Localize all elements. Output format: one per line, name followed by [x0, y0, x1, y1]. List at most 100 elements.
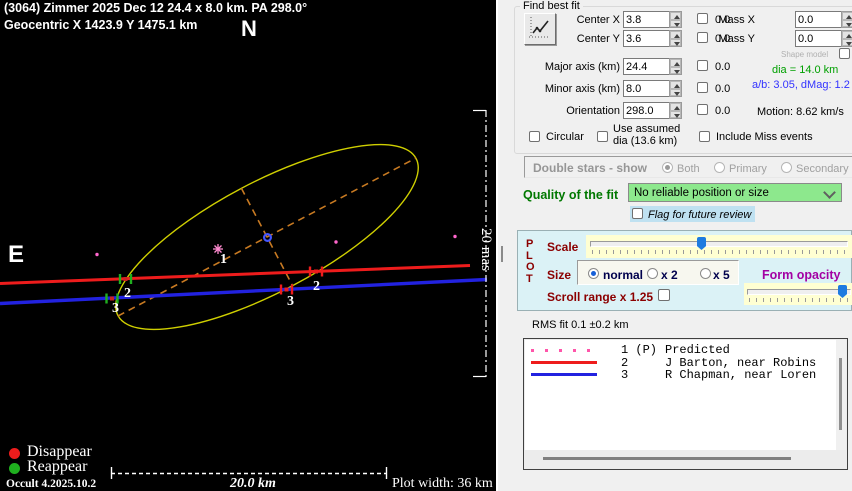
chord3-left-label: 3 — [112, 301, 119, 316]
size-x5-label: x 5 — [713, 268, 730, 282]
use-assumed-checkbox[interactable] — [597, 131, 608, 142]
form-opacity-label: Form opacity — [762, 268, 841, 282]
plot-title-line2: Geocentric X 1423.9 Y 1475.1 km — [4, 18, 197, 32]
form-opacity-slider-track[interactable] — [744, 283, 852, 305]
center-y-sigma-checkbox[interactable] — [697, 32, 708, 43]
double-stars-primary-radio[interactable] — [714, 162, 725, 173]
double-stars-label: Double stars - show — [533, 161, 647, 175]
chevron-down-icon — [823, 186, 836, 199]
mass-y-input[interactable] — [795, 30, 842, 47]
chord2-right-label: 2 — [313, 279, 320, 294]
center-y-input[interactable] — [623, 30, 670, 47]
minor-axis-label: Minor axis (km) — [540, 83, 620, 95]
orientation-sigma-value: 0.0 — [715, 105, 730, 117]
chord2-swatch — [531, 361, 597, 364]
mass-y-label: Mass Y — [717, 33, 755, 45]
major-axis-spinner[interactable] — [669, 58, 682, 75]
orientation-input[interactable] — [623, 102, 670, 119]
mass-x-label: Mass X — [717, 14, 755, 26]
chord3-right-label: 3 — [287, 294, 294, 309]
major-axis-sigma-checkbox[interactable] — [697, 60, 708, 71]
field-star-dot — [95, 253, 98, 256]
major-axis-label: Major axis (km) — [540, 61, 620, 73]
circular-checkbox[interactable] — [529, 131, 540, 142]
center-x-spinner[interactable] — [669, 11, 682, 28]
chord-list-vscrollbar[interactable] — [836, 340, 846, 450]
scroll-range-label: Scroll range x 1.25 — [547, 290, 653, 304]
quality-dropdown[interactable]: No reliable position or size — [628, 183, 842, 202]
mass-y-spinner[interactable] — [841, 30, 852, 47]
form-opacity-slider-thumb[interactable] — [838, 285, 847, 298]
include-miss-checkbox[interactable] — [699, 131, 710, 142]
use-assumed-label: Use assumed dia (13.6 km) — [613, 124, 680, 147]
mass-x-input[interactable] — [795, 11, 842, 28]
double-stars-both-label: Both — [677, 163, 700, 175]
mass-x-spinner[interactable] — [841, 11, 852, 28]
rms-fit-text: RMS fit 0.1 ±0.2 km — [532, 319, 629, 331]
vscrollbar-thumb[interactable] — [839, 358, 842, 430]
ab-dmag-text: a/b: 3.05, dMag: 1.2 — [752, 79, 850, 91]
orientation-label: Orientation — [540, 105, 620, 117]
chord-listbox[interactable]: 1 (P) Predicted 2 J Barton, near Robins … — [523, 338, 848, 470]
scale-bar-label: 20.0 km — [230, 476, 276, 491]
major-axis-line — [118, 158, 416, 316]
quality-label: Quality of the fit — [523, 188, 618, 202]
chord1-name: Predicted — [665, 343, 730, 357]
scroll-range-checkbox[interactable] — [658, 289, 670, 301]
orientation-spinner[interactable] — [669, 102, 682, 119]
flag-review-checkbox[interactable] — [632, 208, 643, 219]
disappear-legend-dot — [9, 448, 20, 459]
chord-3-line — [0, 280, 487, 304]
hscrollbar-thumb[interactable] — [543, 457, 791, 460]
chord-list-area: 1 (P) Predicted 2 J Barton, near Robins … — [525, 340, 837, 450]
occult-fit-window: 1 2 2 3 3 20 mas N E (3064) Zimmer 2025 … — [0, 0, 852, 491]
chord-list-hscrollbar[interactable] — [525, 450, 847, 468]
center-x-label: Center X — [560, 14, 620, 26]
fit-plot-button[interactable] — [524, 13, 556, 45]
field-star-dot — [453, 235, 456, 238]
size-normal-radio[interactable] — [588, 268, 599, 279]
size-x2-label: x 2 — [661, 268, 678, 282]
minor-axis-spinner[interactable] — [669, 80, 682, 97]
double-stars-secondary-radio[interactable] — [781, 162, 792, 173]
scale-slider-track[interactable] — [586, 235, 852, 258]
major-axis-sigma-value: 0.0 — [715, 61, 730, 73]
east-label: E — [8, 241, 24, 268]
center-x-input[interactable] — [623, 11, 670, 28]
include-miss-label: Include Miss events — [716, 131, 813, 143]
double-stars-both-radio[interactable] — [662, 162, 673, 173]
plot-width-label: Plot width: 36 km — [392, 476, 493, 491]
size-x5-radio[interactable] — [700, 268, 711, 279]
dia-text: dia = 14.0 km — [772, 64, 838, 76]
shape-model-checkbox[interactable] — [839, 48, 850, 59]
scale-slider-thumb[interactable] — [697, 237, 706, 250]
scale-slider-label: Scale — [547, 240, 578, 254]
plot-canvas: 1 2 2 3 3 20 mas N E — [0, 0, 496, 491]
predicted-label: 1 — [220, 252, 227, 267]
size-x2-radio[interactable] — [647, 268, 658, 279]
reappear-legend-label: Reappear — [27, 458, 87, 476]
chord1-num: 1 (P) — [621, 343, 657, 357]
find-best-fit-label: Find best fit — [520, 0, 583, 12]
circular-label: Circular — [546, 131, 584, 143]
minor-axis-input[interactable] — [623, 80, 670, 97]
chord-2-line — [0, 266, 470, 284]
size-label: Size — [547, 268, 571, 282]
center-y-spinner[interactable] — [669, 30, 682, 47]
shape-model-label: Shape model — [781, 50, 828, 59]
field-star-dot — [334, 240, 337, 243]
center-x-sigma-checkbox[interactable] — [697, 13, 708, 24]
splitter-handle[interactable] — [501, 246, 503, 262]
plot-panel-letters: P L O T — [526, 239, 535, 285]
minor-axis-sigma-checkbox[interactable] — [697, 82, 708, 93]
chord1-swatch — [531, 349, 597, 352]
major-axis-input[interactable] — [623, 58, 670, 75]
mas-scale-label: 20 mas — [478, 228, 494, 271]
occultation-plot[interactable]: 1 2 2 3 3 20 mas N E (3064) Zimmer 2025 … — [0, 0, 498, 491]
north-label: N — [241, 16, 257, 41]
reappear-legend-dot — [9, 463, 20, 474]
plot-title-line1: (3064) Zimmer 2025 Dec 12 24.4 x 8.0 km.… — [4, 1, 307, 15]
chart-icon — [525, 14, 553, 42]
orientation-sigma-checkbox[interactable] — [697, 104, 708, 115]
version-label: Occult 4.2025.10.2 — [6, 478, 96, 490]
